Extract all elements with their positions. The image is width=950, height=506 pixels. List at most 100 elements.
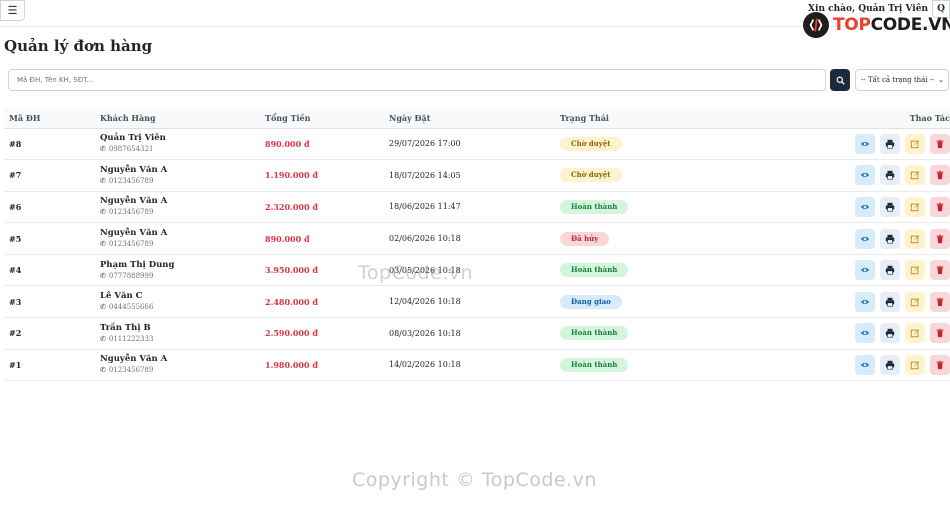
delete-order-button[interactable] <box>930 354 950 375</box>
customer-cell: Nguyễn Văn A ✆ 0123456789 <box>100 191 265 224</box>
edit-order-button[interactable] <box>905 354 925 375</box>
header-status: Trạng Thái <box>560 108 710 129</box>
table-row: #8 Quản Trị Viên ✆ 0987654321 890.000 đ 29/07… <box>4 128 950 161</box>
logo-text-part2: CODE.VN <box>870 15 950 35</box>
view-order-button[interactable] <box>855 260 875 281</box>
print-order-button[interactable] <box>880 260 900 281</box>
logo-text: TOPCODE.VN <box>833 15 950 35</box>
eye-icon <box>860 170 870 180</box>
customer-phone: ✆ 0123456789 <box>100 239 265 249</box>
trash-icon <box>935 139 945 149</box>
customer-phone-number: 0123456789 <box>108 208 154 217</box>
order-date: 03/05/2026 10:18 <box>389 265 461 275</box>
edit-order-button[interactable] <box>905 323 925 344</box>
print-order-button[interactable] <box>880 196 900 217</box>
edit-order-button[interactable] <box>905 133 925 154</box>
edit-icon <box>910 265 920 275</box>
edit-order-button[interactable] <box>905 260 925 281</box>
view-order-button[interactable] <box>855 291 875 312</box>
order-total: 2.590.000 đ <box>265 328 318 339</box>
phone-icon: ✆ <box>100 208 106 217</box>
order-id: #4 <box>4 254 100 287</box>
status-badge: Chờ duyệt <box>560 168 622 183</box>
customer-name: Phạm Thị Dung <box>100 259 175 270</box>
customer-phone: ✆ 0123456789 <box>100 176 265 186</box>
delete-order-button[interactable] <box>930 165 950 186</box>
view-order-button[interactable] <box>855 133 875 154</box>
customer-name: Quản Trị Viên <box>100 133 166 144</box>
view-order-button[interactable] <box>855 196 875 217</box>
print-order-button[interactable] <box>880 354 900 375</box>
view-order-button[interactable] <box>855 323 875 344</box>
phone-icon: ✆ <box>100 366 106 375</box>
order-date: 14/02/2026 10:18 <box>389 360 461 370</box>
page-title: Quản lý đơn hàng <box>4 37 153 55</box>
chevron-down-icon: ⌄ <box>938 76 944 84</box>
trash-icon <box>935 202 945 212</box>
view-order-button[interactable] <box>855 165 875 186</box>
topcode-logo: TOPCODE.VN <box>803 12 950 38</box>
customer-name: Nguyễn Văn A <box>100 196 168 207</box>
status-badge: Đang giao <box>560 294 622 309</box>
print-order-button[interactable] <box>880 133 900 154</box>
order-id: #7 <box>4 159 100 192</box>
edit-icon <box>910 202 920 212</box>
search-button[interactable] <box>830 69 850 91</box>
delete-order-button[interactable] <box>930 196 950 217</box>
trash-icon <box>935 360 945 370</box>
order-total: 890.000 đ <box>265 138 310 149</box>
print-order-button[interactable] <box>880 165 900 186</box>
order-date: 08/03/2026 10:18 <box>389 328 461 338</box>
menu-toggle-button[interactable]: ☰ <box>0 0 25 21</box>
row-actions <box>710 354 950 375</box>
header-actions: Thao Tác <box>710 108 950 129</box>
phone-icon: ✆ <box>100 145 106 154</box>
print-order-button[interactable] <box>880 323 900 344</box>
phone-icon: ✆ <box>100 240 106 249</box>
order-id: #1 <box>4 349 100 382</box>
order-total: 890.000 đ <box>265 233 310 244</box>
print-order-button[interactable] <box>880 291 900 312</box>
edit-order-button[interactable] <box>905 291 925 312</box>
printer-icon <box>885 297 895 307</box>
customer-cell: Lê Văn C ✆ 0444555666 <box>100 285 265 319</box>
delete-order-button[interactable] <box>930 133 950 154</box>
customer-cell: Phạm Thị Dung ✆ 0777888999 <box>100 254 265 287</box>
customer-phone: ✆ 0777888999 <box>100 271 265 281</box>
order-id: #3 <box>4 285 100 319</box>
customer-phone: ✆ 0444555666 <box>100 302 265 312</box>
printer-icon <box>885 170 895 180</box>
delete-order-button[interactable] <box>930 228 950 249</box>
delete-order-button[interactable] <box>930 260 950 281</box>
delete-order-button[interactable] <box>930 323 950 344</box>
table-row: #2 Trần Thị B ✆ 0111222333 2.590.000 đ 08/03/… <box>4 317 950 350</box>
table-row: #1 Nguyễn Văn A ✆ 0123456789 1.980.000 đ 14/0… <box>4 349 950 382</box>
edit-order-button[interactable] <box>905 165 925 186</box>
customer-name: Nguyễn Văn A <box>100 228 168 239</box>
eye-icon <box>860 139 870 149</box>
table-row: #7 Nguyễn Văn A ✆ 0123456789 1.190.000 đ 18/0… <box>4 159 950 192</box>
row-actions <box>710 165 950 186</box>
trash-icon <box>935 265 945 275</box>
print-order-button[interactable] <box>880 228 900 249</box>
status-filter-select[interactable]: -- Tất cả trạng thái -- ⌄ <box>855 69 949 91</box>
customer-name: Lê Văn C <box>100 291 143 302</box>
orders-table: Mã ĐH Khách Hàng Tổng Tiền Ngày Đặt Trạn… <box>4 108 950 382</box>
table-row: #3 Lê Văn C ✆ 0444555666 2.480.000 đ 12/04/20… <box>4 285 950 319</box>
edit-icon <box>910 360 920 370</box>
view-order-button[interactable] <box>855 228 875 249</box>
customer-phone-number: 0123456789 <box>108 366 154 375</box>
order-total: 2.480.000 đ <box>265 296 318 307</box>
eye-icon <box>860 234 870 244</box>
view-order-button[interactable] <box>855 354 875 375</box>
customer-phone-number: 0444555666 <box>108 303 154 312</box>
eye-icon <box>860 202 870 212</box>
status-badge: Hoàn thành <box>560 199 629 214</box>
logo-mark-icon <box>803 12 829 38</box>
edit-order-button[interactable] <box>905 196 925 217</box>
delete-order-button[interactable] <box>930 291 950 312</box>
search-input[interactable] <box>8 69 826 91</box>
edit-order-button[interactable] <box>905 228 925 249</box>
order-date: 12/04/2026 10:18 <box>389 297 461 307</box>
search-icon <box>836 76 845 85</box>
